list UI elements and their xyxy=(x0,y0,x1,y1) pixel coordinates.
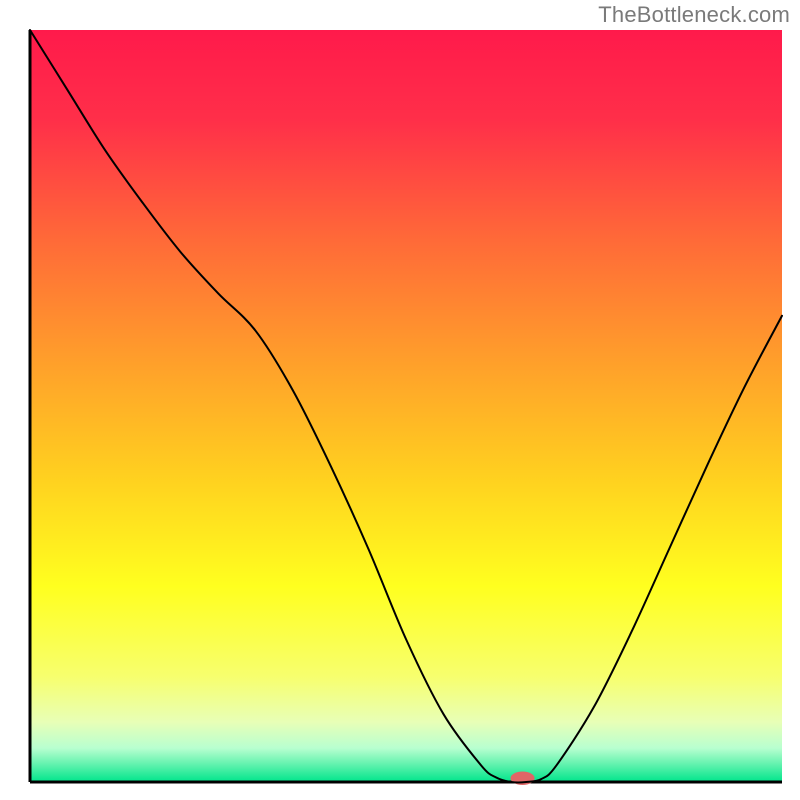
watermark-text: TheBottleneck.com xyxy=(598,2,790,28)
gradient-background xyxy=(30,30,782,782)
bottleneck-chart xyxy=(0,0,800,800)
chart-container: TheBottleneck.com xyxy=(0,0,800,800)
